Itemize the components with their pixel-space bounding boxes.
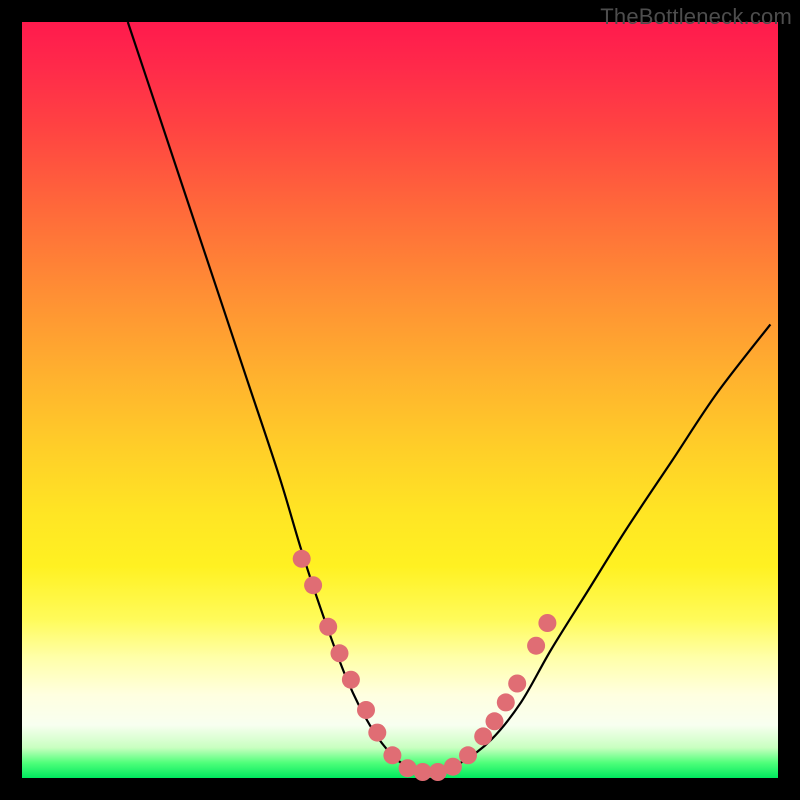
sample-point [508, 675, 526, 693]
bottleneck-curve [128, 22, 771, 772]
sample-point [497, 693, 515, 711]
sample-point [486, 712, 504, 730]
chart-svg [22, 22, 778, 778]
watermark-text: TheBottleneck.com [600, 4, 792, 30]
sample-point [399, 759, 417, 777]
sample-point [527, 637, 545, 655]
sample-point [293, 550, 311, 568]
plot-area [22, 22, 778, 778]
sample-point [357, 701, 375, 719]
sample-point [342, 671, 360, 689]
chart-container: TheBottleneck.com [0, 0, 800, 800]
sample-point [304, 576, 322, 594]
sample-point [538, 614, 556, 632]
sample-points-group [293, 550, 557, 781]
sample-point [331, 644, 349, 662]
sample-point [474, 727, 492, 745]
sample-point [368, 724, 386, 742]
sample-point [444, 758, 462, 776]
sample-point [459, 746, 477, 764]
sample-point [319, 618, 337, 636]
sample-point [383, 746, 401, 764]
